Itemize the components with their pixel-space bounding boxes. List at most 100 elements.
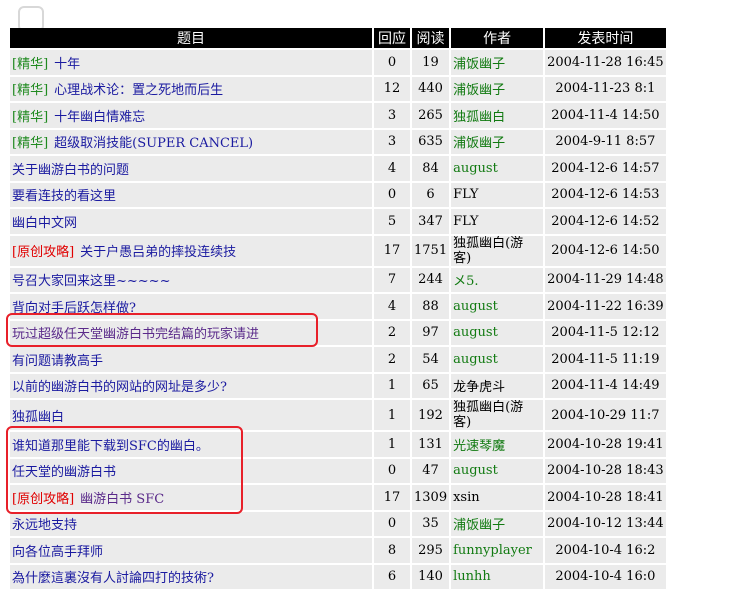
- thread-title-cell[interactable]: 幽白中文网: [10, 209, 372, 234]
- table-row[interactable]: 以前的幽游白书的网站的网址是多少? 1 65 龙争虎斗 2004-11-4 14…: [10, 373, 666, 398]
- thread-title-cell[interactable]: [精华] 十年: [10, 50, 372, 75]
- read-count: 19: [412, 50, 450, 75]
- thread-title-link[interactable]: 以前的幽游白书的网站的网址是多少?: [12, 380, 227, 395]
- author-link[interactable]: august: [451, 458, 544, 483]
- header-title[interactable]: 题目: [10, 28, 372, 48]
- table-row[interactable]: 有问题请教高手 2 54 august 2004-11-5 11:19: [10, 347, 666, 372]
- thread-title-cell[interactable]: 独孤幽白: [10, 400, 372, 430]
- table-row[interactable]: [原创攻略] 关于户愚吕弟的摔投连续技 17 1751 独孤幽白(游客) 2004…: [10, 235, 666, 266]
- thread-title-link[interactable]: 心理战术论：置之死地而后生: [54, 83, 223, 98]
- table-row[interactable]: 永远地支持 0 35 浦饭幽子 2004-10-12 13:44: [10, 511, 666, 536]
- thread-title-link[interactable]: 十年幽白情难忘: [54, 110, 145, 125]
- header-replies[interactable]: 回应: [374, 28, 410, 48]
- thread-title-cell[interactable]: [精华] 十年幽白情难忘: [10, 103, 372, 128]
- thread-title-cell[interactable]: 要看连技的看这里: [10, 182, 372, 207]
- thread-title-cell[interactable]: 向各位高手拜师: [10, 538, 372, 563]
- thread-title-link[interactable]: 要看连技的看这里: [12, 189, 116, 204]
- thread-title-link[interactable]: 幽游白书 SFC: [80, 492, 164, 507]
- read-count: 244: [412, 267, 450, 292]
- thread-title-cell[interactable]: 有问题请教高手: [10, 347, 372, 372]
- thread-title-link[interactable]: 幽白中文网: [12, 216, 77, 231]
- table-row[interactable]: 玩过超级任天堂幽游白书完结篇的玩家请进 2 97 august 2004-11-…: [10, 320, 666, 345]
- thread-title-link[interactable]: 玩过超级任天堂幽游白书完结篇的玩家请进: [12, 327, 259, 342]
- author-link[interactable]: 龙争虎斗: [451, 373, 544, 398]
- author-link[interactable]: FLY: [451, 209, 544, 234]
- table-row[interactable]: [精华] 心理战术论：置之死地而后生 12 440 浦饭幽子 2004-11-23…: [10, 76, 666, 101]
- thread-tag: [原创攻略]: [12, 245, 75, 260]
- thread-title-link[interactable]: 超级取消技能(SUPER CANCEL): [54, 136, 253, 151]
- author-link[interactable]: 浦饭幽子: [451, 511, 544, 536]
- thread-title-link[interactable]: 十年: [54, 57, 80, 72]
- reply-count: 0: [374, 50, 410, 75]
- author-link[interactable]: august: [451, 294, 544, 319]
- author-link[interactable]: funnyplayer: [451, 538, 544, 563]
- header-date[interactable]: 发表时间: [545, 28, 666, 48]
- thread-title-cell[interactable]: 号召大家回来这里~~~~~: [10, 267, 372, 292]
- table-row[interactable]: 背向对手后跃怎样做? 4 88 august 2004-11-22 16:39: [10, 294, 666, 319]
- author-link[interactable]: 浦饭幽子: [451, 76, 544, 101]
- thread-title-cell[interactable]: 以前的幽游白书的网站的网址是多少?: [10, 373, 372, 398]
- read-count: 347: [412, 209, 450, 234]
- table-row[interactable]: 要看连技的看这里 0 6 FLY 2004-12-6 14:53: [10, 182, 666, 207]
- table-row[interactable]: 為什麼這裏沒有人討論四打的技術? 6 140 lunhh 2004-10-4 1…: [10, 564, 666, 589]
- table-row[interactable]: [精华] 十年幽白情难忘 3 265 独孤幽白 2004-11-4 14:50: [10, 103, 666, 128]
- author-link[interactable]: august: [451, 347, 544, 372]
- reply-count: 1: [374, 373, 410, 398]
- author-link[interactable]: 独孤幽白: [451, 103, 544, 128]
- author-link[interactable]: august: [451, 320, 544, 345]
- thread-tag: [精华]: [12, 109, 49, 125]
- post-date: 2004-11-29 14:48: [545, 267, 666, 292]
- header-author[interactable]: 作者: [451, 28, 544, 48]
- post-date: 2004-10-4 16:0: [545, 564, 666, 589]
- thread-title-cell[interactable]: 永远地支持: [10, 511, 372, 536]
- thread-title-cell[interactable]: 為什麼這裏沒有人討論四打的技術?: [10, 564, 372, 589]
- author-link[interactable]: 浦饭幽子: [451, 129, 544, 154]
- thread-title-cell[interactable]: 谁知道那里能下载到SFC的幽白。: [10, 432, 372, 457]
- author-link[interactable]: FLY: [451, 182, 544, 207]
- thread-title-cell[interactable]: 关于幽游白书的问题: [10, 156, 372, 181]
- thread-title-link[interactable]: 背向对手后跃怎样做?: [12, 301, 136, 316]
- table-row[interactable]: [原创攻略] 幽游白书 SFC 17 1309 xsin 2004-10-28 1…: [10, 485, 666, 510]
- author-link[interactable]: メ5.: [451, 267, 544, 292]
- thread-title-link[interactable]: 关于幽游白书的问题: [12, 163, 129, 178]
- table-row[interactable]: [精华] 十年 0 19 浦饭幽子 2004-11-28 16:45: [10, 50, 666, 75]
- thread-title-link[interactable]: 永远地支持: [12, 518, 77, 533]
- thread-title-cell[interactable]: [原创攻略] 幽游白书 SFC: [10, 485, 372, 510]
- table-row[interactable]: 向各位高手拜师 8 295 funnyplayer 2004-10-4 16:2: [10, 538, 666, 563]
- header-reads[interactable]: 阅读: [412, 28, 450, 48]
- thread-title-cell[interactable]: [精华] 心理战术论：置之死地而后生: [10, 76, 372, 101]
- table-header-row: 题目 回应 阅读 作者 发表时间: [10, 28, 666, 48]
- thread-title-cell[interactable]: 任天堂的幽游白书: [10, 458, 372, 483]
- thread-title-cell[interactable]: [原创攻略] 关于户愚吕弟的摔投连续技: [10, 235, 372, 266]
- thread-title-link[interactable]: 号召大家回来这里~~~~~: [12, 274, 170, 289]
- thread-title-cell[interactable]: 玩过超级任天堂幽游白书完结篇的玩家请进: [10, 320, 372, 345]
- author-link[interactable]: xsin: [451, 485, 544, 510]
- thread-title-cell[interactable]: 背向对手后跃怎样做?: [10, 294, 372, 319]
- thread-tag: [精华]: [12, 83, 49, 99]
- thread-title-link[interactable]: 為什麼這裏沒有人討論四打的技術?: [12, 571, 214, 586]
- table-row[interactable]: 谁知道那里能下载到SFC的幽白。 1 131 光速琴魔 2004-10-28 1…: [10, 432, 666, 457]
- table-row[interactable]: 独孤幽白 1 192 独孤幽白(游客) 2004-10-29 11:7: [10, 400, 666, 430]
- table-row[interactable]: 关于幽游白书的问题 4 84 august 2004-12-6 14:57: [10, 156, 666, 181]
- table-row[interactable]: [精华] 超级取消技能(SUPER CANCEL) 3 635 浦饭幽子 2004…: [10, 129, 666, 154]
- author-link[interactable]: lunhh: [451, 564, 544, 589]
- read-count: 440: [412, 76, 450, 101]
- table-row[interactable]: 号召大家回来这里~~~~~ 7 244 メ5. 2004-11-29 14:48: [10, 267, 666, 292]
- table-row[interactable]: 幽白中文网 5 347 FLY 2004-12-6 14:52: [10, 209, 666, 234]
- table-row[interactable]: 任天堂的幽游白书 0 47 august 2004-10-28 18:43: [10, 458, 666, 483]
- reply-count: 0: [374, 458, 410, 483]
- author-link[interactable]: 浦饭幽子: [451, 50, 544, 75]
- thread-title-link[interactable]: 谁知道那里能下载到SFC的幽白。: [12, 439, 209, 454]
- thread-title-link[interactable]: 有问题请教高手: [12, 354, 103, 369]
- author-link[interactable]: 独孤幽白(游客): [451, 400, 544, 430]
- author-link[interactable]: 独孤幽白(游客): [451, 235, 544, 266]
- thread-title-link[interactable]: 向各位高手拜师: [12, 545, 103, 560]
- thread-title-link[interactable]: 关于户愚吕弟的摔投连续技: [80, 245, 236, 260]
- post-date: 2004-12-6 14:52: [545, 209, 666, 234]
- read-count: 192: [412, 400, 450, 430]
- author-link[interactable]: august: [451, 156, 544, 181]
- thread-title-link[interactable]: 任天堂的幽游白书: [12, 465, 116, 480]
- thread-title-link[interactable]: 独孤幽白: [12, 410, 64, 425]
- author-link[interactable]: 光速琴魔: [451, 432, 544, 457]
- thread-title-cell[interactable]: [精华] 超级取消技能(SUPER CANCEL): [10, 129, 372, 154]
